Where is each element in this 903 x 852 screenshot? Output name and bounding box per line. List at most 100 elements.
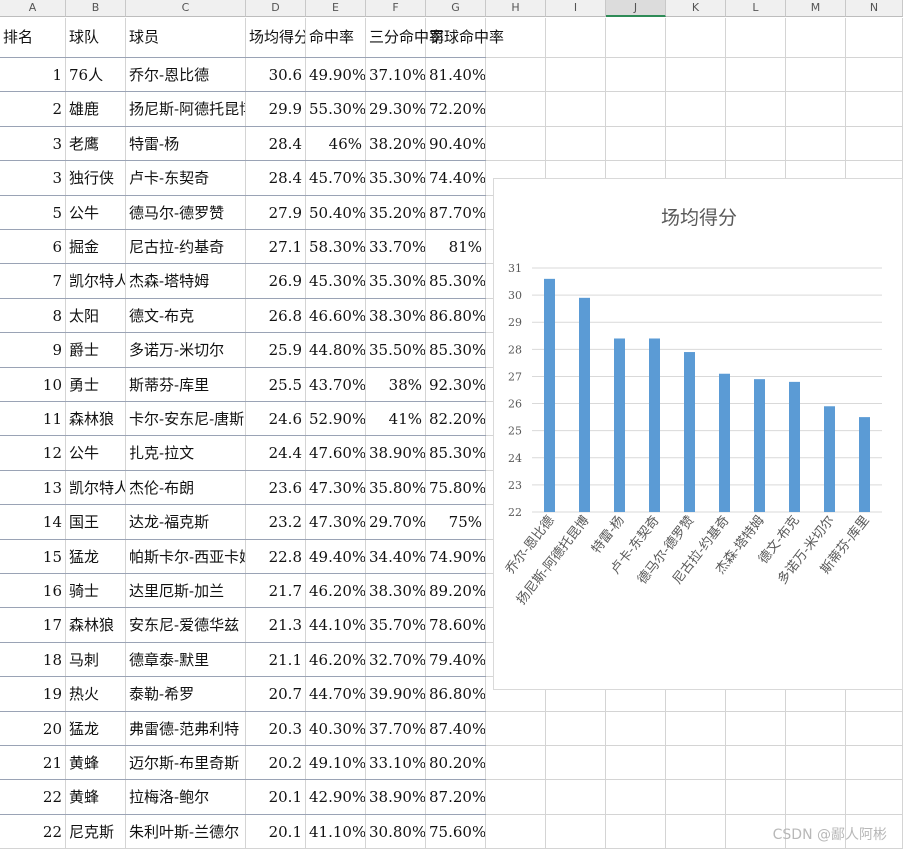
cell-player[interactable]: 拉梅洛-鲍尔 bbox=[126, 780, 246, 815]
cell-ppg[interactable]: 25.5 bbox=[246, 367, 306, 402]
cell-ft-pct[interactable]: 87.40% bbox=[426, 711, 486, 746]
empty-cell[interactable] bbox=[846, 711, 903, 746]
empty-cell[interactable] bbox=[726, 746, 786, 781]
cell-fg-pct[interactable]: 47.30% bbox=[306, 505, 366, 540]
cell-ppg[interactable]: 20.7 bbox=[246, 677, 306, 712]
cell-fg-pct[interactable]: 44.10% bbox=[306, 608, 366, 643]
cell-rank[interactable]: 9 bbox=[0, 333, 66, 368]
cell-team[interactable]: 掘金 bbox=[66, 230, 126, 265]
empty-cell[interactable] bbox=[786, 58, 846, 93]
cell-fg-pct[interactable]: 49.40% bbox=[306, 539, 366, 574]
empty-cell[interactable] bbox=[606, 780, 666, 815]
empty-cell[interactable] bbox=[606, 814, 666, 850]
empty-cell[interactable] bbox=[606, 711, 666, 746]
header-player[interactable]: 球员 bbox=[126, 18, 246, 58]
cell-team[interactable]: 76人 bbox=[66, 58, 126, 93]
cell-team[interactable]: 黄蜂 bbox=[66, 780, 126, 815]
column-header-h[interactable]: H bbox=[486, 0, 546, 17]
column-header-d[interactable]: D bbox=[246, 0, 306, 17]
cell-player[interactable]: 帕斯卡尔-西亚卡姆 bbox=[126, 539, 246, 574]
cell-player[interactable]: 斯蒂芬-库里 bbox=[126, 367, 246, 402]
empty-cell[interactable] bbox=[606, 92, 666, 127]
empty-cell[interactable] bbox=[666, 780, 726, 815]
cell-rank[interactable]: 12 bbox=[0, 436, 66, 471]
cell-three-pct[interactable]: 35.30% bbox=[366, 161, 426, 196]
cell-player[interactable]: 扬尼斯-阿德托昆博 bbox=[126, 92, 246, 127]
empty-cell[interactable] bbox=[606, 126, 666, 162]
empty-cell[interactable] bbox=[666, 814, 726, 850]
cell-team[interactable]: 猛龙 bbox=[66, 539, 126, 574]
cell-player[interactable]: 朱利叶斯-兰德尔 bbox=[126, 814, 246, 850]
empty-cell[interactable] bbox=[846, 780, 903, 815]
cell-rank[interactable]: 8 bbox=[0, 298, 66, 334]
cell-player[interactable]: 特雷-杨 bbox=[126, 126, 246, 162]
column-header-m[interactable]: M bbox=[786, 0, 846, 17]
column-header-f[interactable]: F bbox=[366, 0, 426, 17]
cell-rank[interactable]: 17 bbox=[0, 608, 66, 643]
cell-rank[interactable]: 21 bbox=[0, 746, 66, 781]
empty-cell[interactable] bbox=[606, 58, 666, 93]
cell-ppg[interactable]: 27.1 bbox=[246, 230, 306, 265]
cell-rank[interactable]: 7 bbox=[0, 264, 66, 299]
empty-cell[interactable] bbox=[486, 711, 546, 746]
empty-cell[interactable] bbox=[786, 780, 846, 815]
cell-player[interactable]: 迈尔斯-布里奇斯 bbox=[126, 746, 246, 781]
empty-cell[interactable] bbox=[786, 126, 846, 162]
empty-cell[interactable] bbox=[546, 58, 606, 93]
cell-team[interactable]: 马刺 bbox=[66, 642, 126, 678]
cell-three-pct[interactable]: 33.10% bbox=[366, 746, 426, 781]
cell-ft-pct[interactable]: 81.40% bbox=[426, 58, 486, 93]
column-header-n[interactable]: N bbox=[846, 0, 903, 17]
cell-ft-pct[interactable]: 78.60% bbox=[426, 608, 486, 643]
cell-player[interactable]: 达里厄斯-加兰 bbox=[126, 574, 246, 609]
cell-player[interactable]: 德文-布克 bbox=[126, 298, 246, 334]
cell-fg-pct[interactable]: 41.10% bbox=[306, 814, 366, 850]
cell-ft-pct[interactable]: 82.20% bbox=[426, 402, 486, 437]
column-header-e[interactable]: E bbox=[306, 0, 366, 17]
cell-three-pct[interactable]: 38.90% bbox=[366, 780, 426, 815]
cell-ppg[interactable]: 26.8 bbox=[246, 298, 306, 334]
empty-cell[interactable] bbox=[846, 18, 903, 58]
empty-cell[interactable] bbox=[666, 746, 726, 781]
empty-cell[interactable] bbox=[726, 780, 786, 815]
cell-ft-pct[interactable]: 85.30% bbox=[426, 436, 486, 471]
empty-cell[interactable] bbox=[786, 711, 846, 746]
header-ft-pct[interactable]: 罚球命中率 bbox=[426, 18, 504, 58]
cell-team[interactable]: 凯尔特人 bbox=[66, 264, 126, 299]
cell-fg-pct[interactable]: 46.60% bbox=[306, 298, 366, 334]
cell-fg-pct[interactable]: 47.30% bbox=[306, 470, 366, 506]
cell-ft-pct[interactable]: 80.20% bbox=[426, 746, 486, 781]
cell-player[interactable]: 乔尔-恩比德 bbox=[126, 58, 246, 93]
cell-team[interactable]: 尼克斯 bbox=[66, 814, 126, 850]
column-header-a[interactable]: A bbox=[0, 0, 66, 17]
cell-ft-pct[interactable]: 75% bbox=[426, 505, 486, 540]
empty-cell[interactable] bbox=[546, 711, 606, 746]
cell-three-pct[interactable]: 35.30% bbox=[366, 264, 426, 299]
cell-ft-pct[interactable]: 74.90% bbox=[426, 539, 486, 574]
cell-three-pct[interactable]: 37.70% bbox=[366, 711, 426, 746]
cell-three-pct[interactable]: 35.80% bbox=[366, 470, 426, 506]
cell-three-pct[interactable]: 35.50% bbox=[366, 333, 426, 368]
empty-cell[interactable] bbox=[666, 18, 726, 58]
empty-cell[interactable] bbox=[486, 18, 546, 58]
cell-fg-pct[interactable]: 50.40% bbox=[306, 195, 366, 230]
cell-rank[interactable]: 22 bbox=[0, 814, 66, 850]
cell-team[interactable]: 雄鹿 bbox=[66, 92, 126, 127]
cell-player[interactable]: 安东尼-爱德华兹 bbox=[126, 608, 246, 643]
cell-three-pct[interactable]: 33.70% bbox=[366, 230, 426, 265]
cell-fg-pct[interactable]: 46% bbox=[306, 126, 366, 162]
cell-ppg[interactable]: 27.9 bbox=[246, 195, 306, 230]
column-header-b[interactable]: B bbox=[66, 0, 126, 17]
cell-three-pct[interactable]: 39.90% bbox=[366, 677, 426, 712]
empty-cell[interactable] bbox=[846, 58, 903, 93]
cell-fg-pct[interactable]: 58.30% bbox=[306, 230, 366, 265]
cell-player[interactable]: 德章泰-默里 bbox=[126, 642, 246, 678]
empty-cell[interactable] bbox=[726, 126, 786, 162]
cell-rank[interactable]: 3 bbox=[0, 126, 66, 162]
cell-three-pct[interactable]: 35.70% bbox=[366, 608, 426, 643]
cell-fg-pct[interactable]: 47.60% bbox=[306, 436, 366, 471]
cell-ft-pct[interactable]: 86.80% bbox=[426, 298, 486, 334]
empty-cell[interactable] bbox=[606, 18, 666, 58]
empty-cell[interactable] bbox=[726, 711, 786, 746]
cell-ppg[interactable]: 20.1 bbox=[246, 780, 306, 815]
